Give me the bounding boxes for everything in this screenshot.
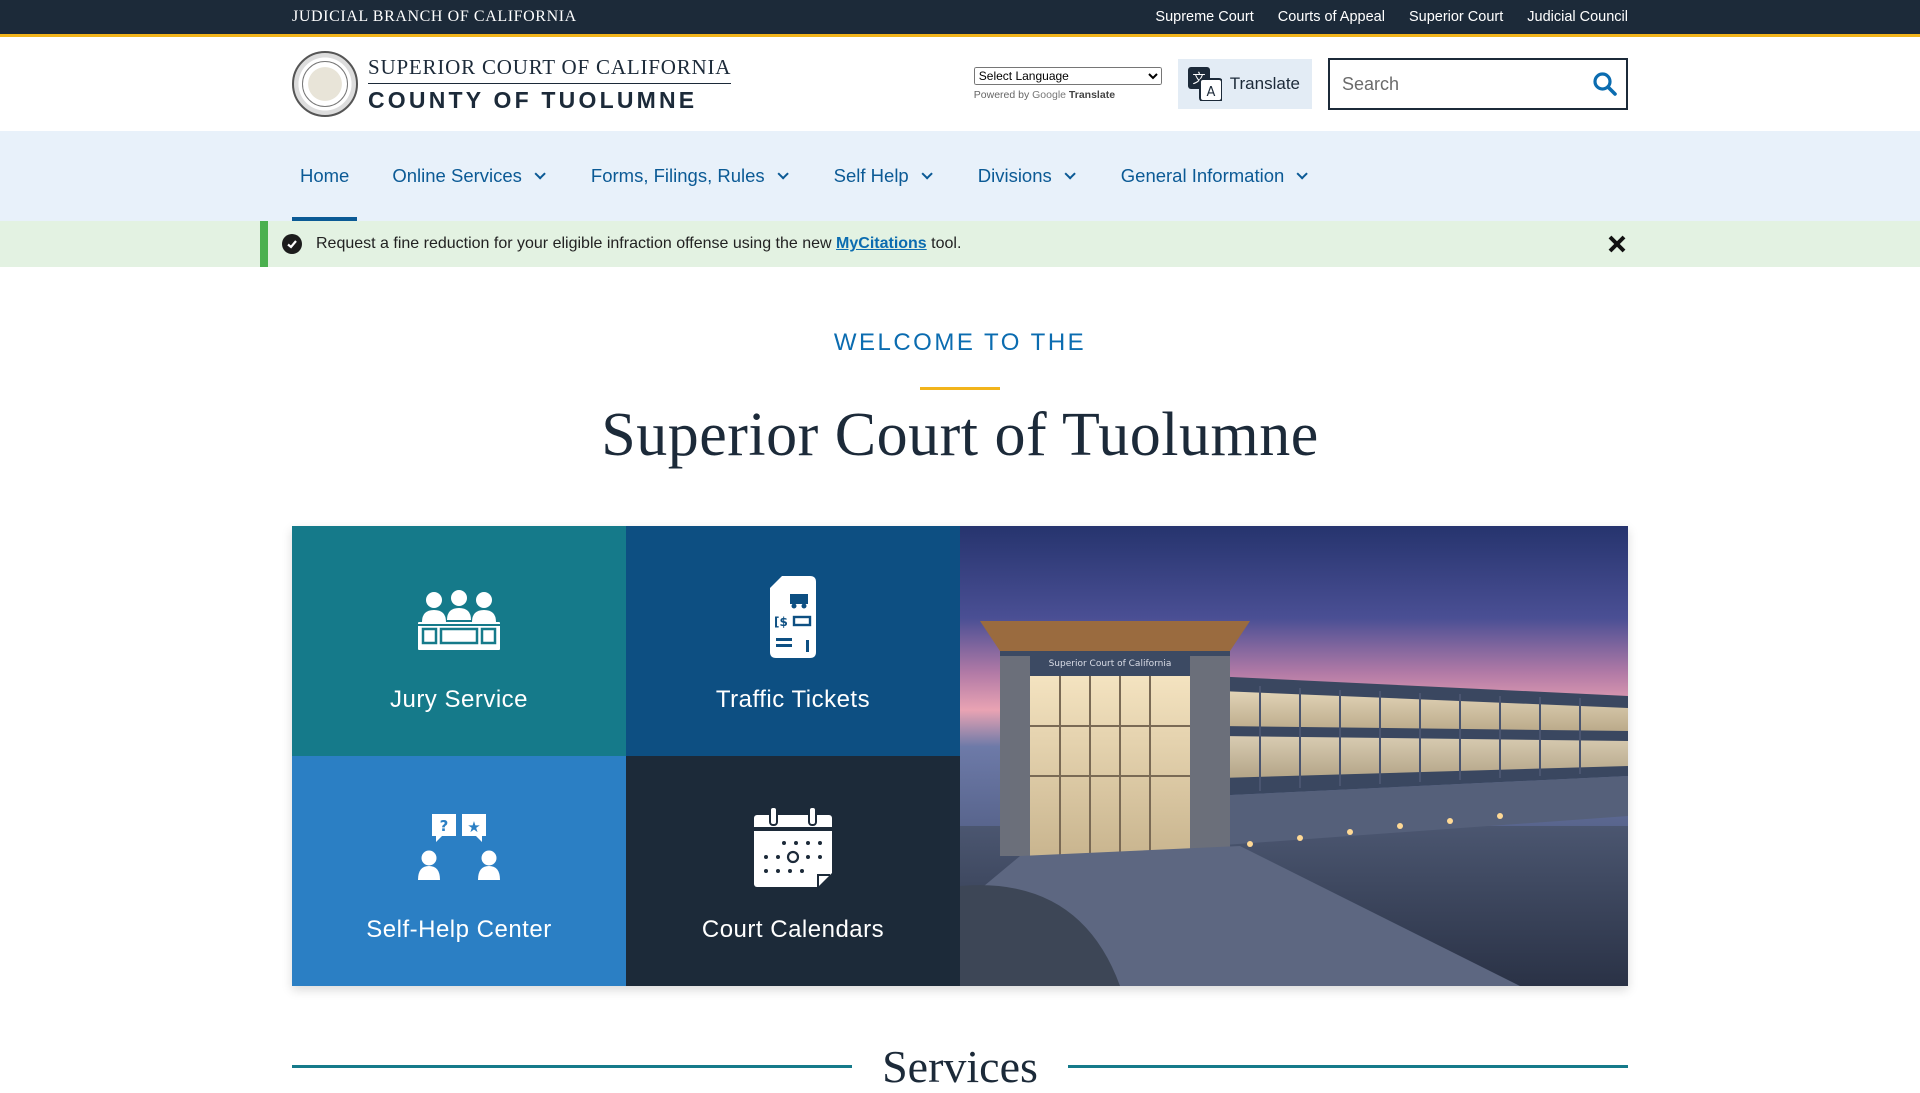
translate-link[interactable]: Translate: [1069, 89, 1115, 101]
nav-item-forms-filings-rules[interactable]: Forms, Filings, Rules: [583, 131, 793, 221]
page-title: Superior Court of Tuolumne: [601, 401, 1319, 469]
powered-by-google: Powered by Google Translate: [974, 89, 1162, 101]
svg-text:★: ★: [467, 818, 480, 836]
tile-label: Jury Service: [389, 686, 529, 713]
building-sign-text: Superior Court of California: [1049, 659, 1172, 669]
main-navigation: Home Online Services Forms, Filings, Rul…: [0, 131, 1920, 221]
services-rule-right: [1067, 1065, 1628, 1068]
welcome-kicker: Welcome to the: [833, 329, 1087, 356]
chevron-down-icon: [1296, 168, 1309, 180]
mycitations-link[interactable]: MyCitations: [836, 235, 927, 252]
services-title: Services: [882, 1041, 1038, 1092]
language-select[interactable]: Select Language: [973, 67, 1162, 85]
close-alert-button[interactable]: [1606, 233, 1628, 255]
traffic-ticket-icon: [$: [770, 572, 816, 662]
svg-text:A: A: [1206, 85, 1215, 100]
chevron-down-icon: [1064, 168, 1076, 180]
logo-line-1: Superior Court of California: [368, 55, 732, 84]
tile-jury-service[interactable]: Jury Service: [292, 526, 626, 756]
alert-message: Request a fine reduction for your eligib…: [316, 235, 961, 253]
chevron-down-icon: [777, 168, 789, 180]
alert-text-after: tool.: [926, 235, 962, 252]
services-heading: Services: [292, 1040, 1628, 1093]
tile-traffic-tickets[interactable]: [$ Traffic Tickets: [626, 526, 960, 756]
nav-item-label: Online Services: [392, 165, 522, 186]
top-link-supreme-court[interactable]: Supreme Court: [1155, 9, 1253, 25]
translate-button-label: Translate: [1229, 74, 1300, 93]
state-seal-icon: [292, 51, 358, 117]
nav-item-label: Forms, Filings, Rules: [590, 165, 765, 186]
top-utility-bar: Judicial Branch of California Supreme Co…: [0, 0, 1920, 37]
search-button[interactable]: [1584, 60, 1626, 108]
nav-item-self-help[interactable]: Self Help: [826, 131, 937, 221]
check-circle-icon: [282, 234, 302, 254]
nav-item-general-information[interactable]: General Information: [1113, 131, 1313, 221]
self-help-icon: ? ★: [418, 802, 500, 892]
nav-item-label: Home: [300, 165, 350, 186]
tile-label: Self-Help Center: [366, 916, 552, 943]
nav-item-divisions[interactable]: Divisions: [970, 131, 1080, 221]
gold-divider: [920, 387, 1000, 390]
judicial-branch-brand[interactable]: Judicial Branch of California: [292, 8, 577, 26]
jury-icon: [418, 572, 500, 662]
tile-self-help-center[interactable]: ? ★ Self-Help Center: [292, 756, 626, 986]
quick-links-panel: Jury Service [$ Traffic Tickets ? ★ Self…: [292, 526, 1628, 986]
top-link-superior-court[interactable]: Superior Court: [1409, 9, 1503, 25]
powered-by-text: Powered by: [973, 89, 1030, 101]
nav-item-home[interactable]: Home: [292, 131, 358, 221]
translate-icon: 文 A: [1187, 67, 1223, 102]
google-text: Google: [1032, 89, 1066, 101]
nav-item-label: Divisions: [977, 165, 1052, 186]
alert-text-before: Request a fine reduction for your eligib…: [316, 235, 837, 252]
svg-text:?: ?: [440, 817, 449, 835]
chevron-down-icon: [921, 168, 933, 180]
logo-text: Superior Court of California County of T…: [368, 55, 732, 114]
top-links: Supreme Court Courts of Appeal Superior …: [1155, 9, 1628, 25]
nav-item-online-services[interactable]: Online Services: [384, 131, 550, 221]
search-icon: [1593, 72, 1617, 96]
quick-links-grid: Jury Service [$ Traffic Tickets ? ★ Self…: [292, 526, 960, 986]
welcome-section: Welcome to the Superior Court of Tuolumn…: [0, 267, 1920, 471]
logo-line-2: County of Tuolumne: [368, 86, 698, 113]
top-link-judicial-council[interactable]: Judicial Council: [1527, 9, 1628, 25]
courthouse-photo: Superior Court of California: [960, 526, 1628, 986]
search-input[interactable]: [1330, 60, 1584, 108]
court-logo[interactable]: Superior Court of California County of T…: [292, 51, 732, 117]
nav-item-label: General Information: [1120, 165, 1285, 186]
tile-label: Traffic Tickets: [715, 686, 871, 713]
nav-item-label: Self Help: [833, 165, 909, 186]
site-header: Superior Court of California County of T…: [0, 37, 1920, 131]
chevron-down-icon: [534, 168, 546, 180]
tile-court-calendars[interactable]: Court Calendars: [626, 756, 960, 986]
translate-button[interactable]: 文 A Translate: [1177, 59, 1312, 109]
search-box: [1328, 58, 1628, 110]
services-rule-left: [292, 1065, 853, 1068]
top-link-courts-of-appeal[interactable]: Courts of Appeal: [1278, 9, 1385, 25]
alert-banner: Request a fine reduction for your eligib…: [0, 221, 1920, 267]
close-icon: [1608, 235, 1626, 253]
alert-inner: Request a fine reduction for your eligib…: [260, 221, 1628, 267]
header-tools: Select Language Powered by Google Transl…: [973, 58, 1628, 110]
calendar-icon: [754, 802, 832, 892]
tile-label: Court Calendars: [701, 916, 885, 943]
svg-text:[$: [$: [774, 615, 788, 629]
google-translate-widget: Select Language Powered by Google Transl…: [973, 67, 1162, 101]
